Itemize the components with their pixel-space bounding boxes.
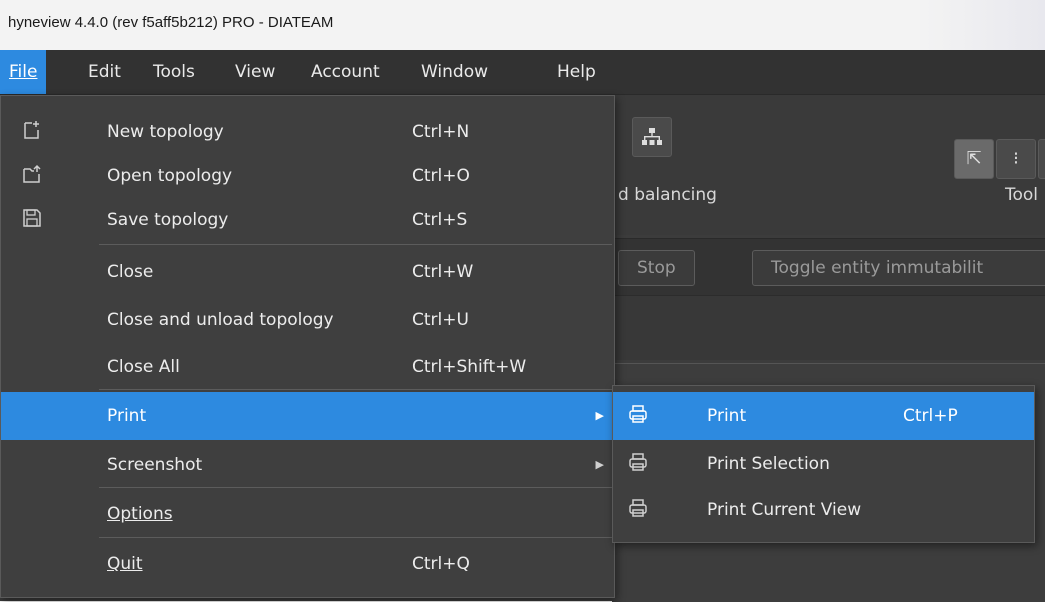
menu-window[interactable]: Window [412,50,497,94]
menu-item-label: Open topology [107,166,233,186]
load-balancing-label: d balancing [618,185,717,205]
menu-item-options[interactable]: Options [1,490,614,538]
menu-account-label: Account [311,62,380,82]
menu-item-label: Screenshot [107,455,203,475]
menu-item-new-topology[interactable]: New topology Ctrl+N [1,108,614,156]
file-menu: New topology Ctrl+N Open topology Ctrl+O… [0,95,615,598]
menu-help[interactable]: Help [548,50,605,94]
menu-item-label: Close and unload topology [107,310,334,330]
menu-item-shortcut: Ctrl+P [903,406,958,426]
menu-item-label: Print [107,406,147,426]
menu-item-label: Close [107,262,154,282]
title-bar-background [925,0,1045,50]
menu-item-label: New topology [107,122,224,142]
menu-item-label: Options [107,490,173,538]
menu-item-label: Print Selection [707,454,830,474]
menu-separator [99,487,612,488]
menu-item-label: Close All [107,357,180,377]
menu-item-print[interactable]: Print ▶ [1,392,614,440]
menu-tools[interactable]: Tools [144,50,204,94]
menu-item-close-and-unload-topology[interactable]: Close and unload topology Ctrl+U [1,296,614,344]
menu-item-screenshot[interactable]: Screenshot ▶ [1,441,614,489]
menu-tools-label: Tools [153,62,195,82]
pointer-icon: ⇱ [966,148,982,169]
menu-item-open-topology[interactable]: Open topology Ctrl+O [1,152,614,200]
menu-item-shortcut: Ctrl+N [412,122,470,142]
submenu-item-print-selection[interactable]: Print Selection [613,440,1034,488]
tools-label: Tool [1005,185,1039,205]
menu-item-shortcut: Ctrl+W [412,262,474,282]
window-title: hyneview 4.4.0 (rev f5aff5b212) PRO - DI… [8,14,334,31]
add-link-icon: ⁝ [1013,148,1019,169]
menu-item-shortcut: Ctrl+Q [412,554,470,574]
menu-item-close[interactable]: Close Ctrl+W [1,248,614,296]
submenu-arrow-icon: ▶ [595,409,604,422]
submenu-item-print-current-view[interactable]: Print Current View [613,486,1034,534]
menu-view[interactable]: View [226,50,284,94]
menu-edit-label: Edit [88,62,121,82]
menu-item-shortcut: Ctrl+S [412,210,468,230]
menu-item-shortcut: Ctrl+U [412,310,469,330]
save-icon [21,208,43,230]
menu-separator [99,389,612,390]
menu-item-close-all[interactable]: Close All Ctrl+Shift+W [1,343,614,391]
menu-item-label: Print Current View [707,500,862,520]
menu-item-quit[interactable]: Quit Ctrl+Q [1,540,614,588]
submenu-arrow-icon: ▶ [595,458,604,471]
menu-item-label: Print [707,406,747,426]
hierarchy-icon [642,128,662,145]
menu-file[interactable]: File [0,50,47,94]
new-file-icon [21,120,43,142]
printer-icon [627,452,649,474]
menu-item-label: Save topology [107,210,229,230]
window-title-bar: hyneview 4.4.0 (rev f5aff5b212) PRO - DI… [0,0,1045,50]
quit-label: Quit [107,554,143,574]
load-balancing-button[interactable] [632,117,672,157]
menu-item-shortcut: Ctrl+O [412,166,470,186]
menu-view-label: View [235,62,276,82]
menu-item-label: Quit [107,540,143,588]
menu-window-label: Window [421,62,489,82]
menu-account[interactable]: Account [302,50,389,94]
more-tool-button[interactable] [1038,139,1045,179]
options-label: Options [107,504,173,524]
menu-item-save-topology[interactable]: Save topology Ctrl+S [1,196,614,244]
menu-separator [99,537,612,538]
add-node-tool-button[interactable]: ⁝ [996,139,1036,179]
select-tool-button[interactable]: ⇱ [954,139,994,179]
printer-icon [627,404,649,426]
menu-help-label: Help [557,62,596,82]
menu-item-shortcut: Ctrl+Shift+W [412,357,527,377]
submenu-item-print[interactable]: Print Ctrl+P [613,392,1034,440]
print-submenu: Print Ctrl+P Print Selection Print Curre… [612,385,1035,543]
toggle-entity-immutability-button[interactable]: Toggle entity immutabilit [752,250,1045,286]
menu-file-label: File [9,62,38,82]
menu-separator [99,244,612,245]
menu-edit[interactable]: Edit [79,50,130,94]
printer-icon [627,498,649,520]
stop-button[interactable]: Stop [618,250,695,286]
menu-bar: File Edit Tools View Account Window Help [0,50,1045,95]
open-folder-icon [21,164,43,186]
